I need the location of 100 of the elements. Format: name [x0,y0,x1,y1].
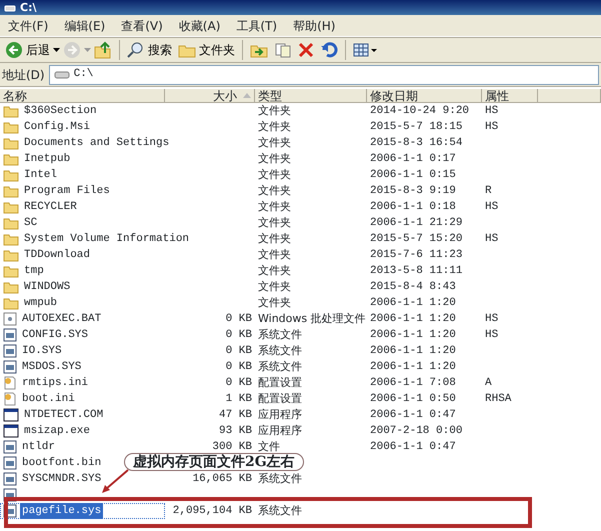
type-cell-text: 应用程序 [258,422,302,439]
system-file-icon [3,472,17,486]
file-name[interactable]: $360Section [22,102,99,120]
undo-arrow-icon [320,42,338,58]
column-header[interactable]: 属性 [482,89,538,102]
file-name[interactable]: wmpub [22,294,60,312]
column-header[interactable]: 修改日期 [367,89,482,102]
date-cell-text: 2013-5-8 11:11 [370,264,462,279]
type-cell-text: 系统文件 [258,470,302,487]
size-cell-text: 0 KB [226,376,252,391]
folder-icon [3,280,19,294]
file-name[interactable]: WINDOWS [22,278,72,296]
column-header[interactable]: 大小 [165,89,255,102]
grid-view-icon [353,42,379,58]
file-name[interactable]: Documents and Settings [22,134,172,152]
date-cell-text: 2006-1-1 0:50 [370,392,456,407]
date-cell-text: 2014-10-24 9:20 [370,104,470,119]
file-name[interactable]: MSDOS.SYS [20,358,84,376]
file-name[interactable]: SC [22,214,40,232]
column-header[interactable]: 类型 [255,89,367,102]
date-cell-text: 2006-1-1 7:08 [370,376,456,391]
date-cell-text: 2015-5-7 18:15 [370,120,462,135]
file-name[interactable]: bootfont.bin [20,454,104,472]
file-name[interactable]: NTDETECT.COM [22,406,106,424]
folder-icon [3,152,19,166]
type-cell-text: 文件 [258,438,280,454]
type-cell-text: Windows 批处理文件 [258,310,366,327]
size-cell-text: 0 KB [226,328,252,343]
file-name[interactable]: Intel [22,166,60,184]
file-name[interactable]: Config.Msi [22,118,92,136]
attribute-cell-text: HS [485,312,498,327]
menu-item[interactable]: 文件(F) [0,16,56,34]
address-field[interactable]: C:\ [48,64,599,84]
menu-item[interactable]: 收藏(A) [170,16,228,34]
type-cell-text: 系统文件 [258,342,302,359]
date-cell-text: 2015-8-3 16:54 [370,136,462,151]
column-header[interactable]: 名称 [0,89,165,102]
caret-icon [84,48,91,52]
search-icon [127,41,145,59]
caret-icon [53,48,60,52]
back-button[interactable]: 后退 [2,38,53,62]
size-cell-text: 93 KB [218,424,252,439]
menu-item[interactable]: 帮助(H) [285,16,344,34]
menu-item[interactable]: 工具(T) [228,16,286,34]
close-icon [298,42,314,58]
attribute-cell-text: RHSA [485,392,512,407]
date-cell-text: 2006-1-1 1:20 [370,360,456,375]
folder-icon [3,264,19,278]
size-cell-text: 0 KB [226,312,252,327]
folder-icon [3,232,19,246]
file-name[interactable]: ntldr [20,438,58,456]
file-name[interactable]: TDDownload [22,246,92,264]
file-name[interactable]: msizap.exe [22,422,92,440]
file-name[interactable]: rmtips.ini [20,374,90,392]
size-cell-text: 47 KB [218,408,252,423]
date-cell-text: 2006-1-1 1:20 [370,344,456,359]
type-cell-text: 配置设置 [258,390,302,407]
file-name[interactable]: SYSCMNDR.SYS [20,470,104,488]
system-file-icon [3,344,17,358]
attribute-cell-text: HS [485,120,498,135]
date-cell-text: 2006-1-1 21:29 [370,216,462,231]
size-cell-text: 0 KB [226,360,252,375]
file-name[interactable]: IO.SYS [20,342,64,360]
folders-button[interactable]: 文件夹 [175,38,238,62]
drive-icon [4,2,16,12]
type-cell-text: 文件夹 [258,134,291,151]
type-cell-text: 文件夹 [258,150,291,167]
leader-line [100,469,130,495]
folder-icon [3,184,19,198]
type-cell-text: 文件夹 [258,198,291,215]
attribute-cell-text: A [485,376,492,391]
annotation-callout: 虚拟内存页面文件2G左右 [124,453,304,471]
date-cell-text: 2006-1-1 0:17 [370,152,456,167]
search-button[interactable]: 搜索 [124,38,175,62]
file-name[interactable]: CONFIG.SYS [20,326,90,344]
date-cell-text: 2006-1-1 0:18 [370,200,456,215]
file-name[interactable]: boot.ini [20,390,77,408]
size-cell-text: 300 KB [212,440,252,454]
folder-icon [3,120,19,134]
type-cell-text: 系统文件 [258,358,302,375]
type-cell-text: 文件夹 [258,262,291,279]
file-name[interactable]: tmp [22,262,46,280]
type-cell-text: 文件夹 [258,118,291,135]
file-name[interactable]: pagefile.sys [20,502,104,520]
window-icon [3,424,19,438]
file-name[interactable]: AUTOEXEC.BAT [20,310,104,328]
menu-item[interactable]: 查看(V) [113,16,171,34]
file-name[interactable]: System Volume Information [22,230,192,248]
menu-item[interactable]: 编辑(E) [56,16,114,34]
type-cell-text: 文件夹 [258,214,291,231]
folder-icon [3,296,19,310]
file-name[interactable]: RECYCLER [22,198,79,216]
system-file-icon [3,360,17,374]
date-cell-text: 2015-8-3 9:19 [370,184,456,199]
file-name[interactable]: Inetpub [22,150,72,168]
settings-file-icon [3,392,17,406]
size-cell-text: 2,095,104 KB [172,504,252,519]
type-cell-text: 文件夹 [258,230,291,247]
file-name[interactable]: Program Files [22,182,112,200]
date-cell-text: 2015-8-4 8:43 [370,280,456,295]
